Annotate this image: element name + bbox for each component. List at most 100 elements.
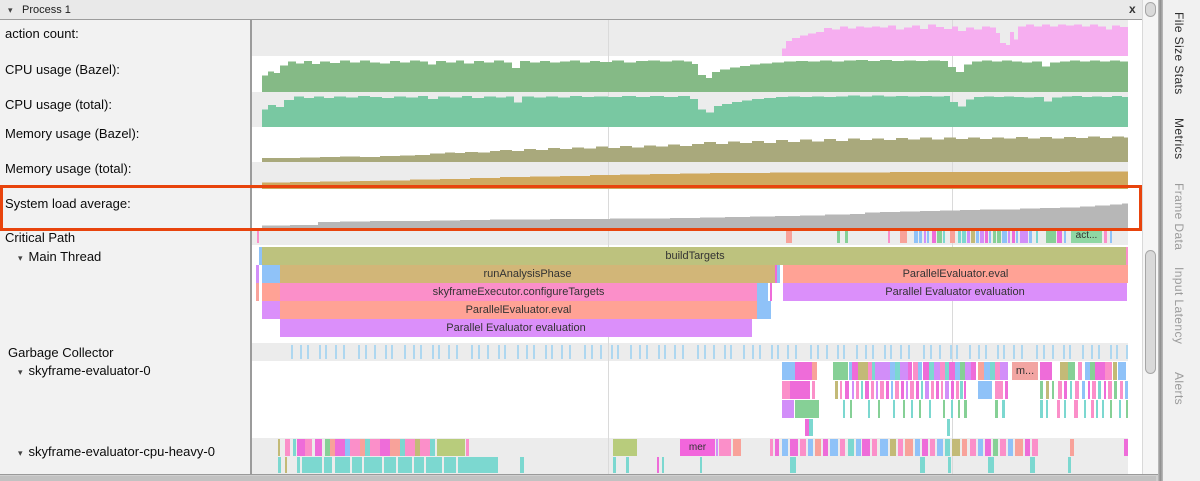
- skyframe-evaluator-0-slice: [1110, 400, 1112, 418]
- skyframe-evaluator-cpu-heavy-0-slice: [1008, 439, 1013, 456]
- gc-slice: [771, 345, 773, 359]
- main-thread-slice: [777, 265, 780, 283]
- gc-slice: [787, 345, 789, 359]
- skyframe-evaluator-0-slice: [795, 362, 812, 380]
- skyframe-evaluator-0-slice: [833, 362, 848, 380]
- skyframe-evaluator-0-slice: [880, 381, 884, 399]
- thread-main-thread[interactable]: ▾Main Thread: [0, 249, 262, 264]
- gc-slice: [307, 345, 309, 359]
- critical-path-slice: [950, 229, 955, 243]
- collapse-arrow-icon[interactable]: ▾: [18, 253, 23, 263]
- main-thread-slice-parallelevaluator-eval[interactable]: ParallelEvaluator.eval: [783, 265, 1128, 283]
- thread-skyframe-evaluator-0[interactable]: ▾skyframe-evaluator-0: [0, 363, 262, 378]
- sidebar-tab-alerts[interactable]: Alerts: [1172, 372, 1186, 405]
- gc-slice: [498, 345, 500, 359]
- skyframe-evaluator-0-slice: [895, 381, 899, 399]
- skyframe-evaluator-0-slice: [1040, 400, 1043, 418]
- skyframe-evaluator-cpu-heavy-0-slice: [922, 439, 928, 456]
- gc-slice: [319, 345, 321, 359]
- critical-path-slice: [257, 229, 259, 243]
- skyframe-evaluator-cpu-heavy-0-slice: [626, 457, 629, 473]
- skyframe-evaluator-0-slice-m-[interactable]: m...: [1012, 362, 1038, 380]
- skyframe-evaluator-cpu-heavy-0-slice: [426, 457, 442, 473]
- counter-label-3: Memory usage (Bazel):: [0, 126, 249, 141]
- skyframe-evaluator-cpu-heavy-0-slice: [324, 457, 332, 473]
- skyframe-evaluator-cpu-heavy-0-slice: [848, 439, 854, 456]
- skyframe-evaluator-cpu-heavy-0-slice: [285, 439, 290, 456]
- skyframe-evaluator-0-slice: [945, 381, 949, 399]
- skyframe-evaluator-cpu-heavy-0-slice: [915, 439, 920, 456]
- skyframe-evaluator-cpu-heavy-0-slice: [1030, 457, 1035, 473]
- gc-slice: [561, 345, 563, 359]
- critical-path-slice: [1002, 229, 1007, 243]
- skyframe-evaluator-0-slice: [1126, 400, 1128, 418]
- collapse-arrow-icon[interactable]: ▾: [18, 448, 23, 458]
- horizontal-scrollbar-thumb[interactable]: [0, 476, 1156, 481]
- timeline-canvas[interactable]: act... buildTargetsrunAnalysisPhase Parall…: [252, 0, 1128, 481]
- skyframe-evaluator-cpu-heavy-0-slice: [278, 457, 281, 473]
- skyframe-evaluator-0-slice: [958, 400, 960, 418]
- collapse-arrow-icon[interactable]: ▾: [18, 367, 23, 377]
- counter-label-1-text: CPU usage (Bazel):: [5, 62, 120, 77]
- main-thread-slice-buildtargets[interactable]: buildTargets: [262, 247, 1128, 265]
- skyframe-evaluator-0-slice: [1118, 362, 1126, 380]
- thread-garbage-collector-text: Garbage Collector: [8, 345, 114, 360]
- vertical-scrollbar-thumb[interactable]: [1145, 250, 1156, 374]
- gc-slice: [385, 345, 387, 359]
- collapse-arrow-icon[interactable]: ▾: [8, 5, 13, 15]
- skyframe-evaluator-0-slice: [1102, 400, 1104, 418]
- vertical-scrollbar-thumb-top[interactable]: [1145, 2, 1156, 17]
- gc-slice: [810, 345, 812, 359]
- close-icon[interactable]: x: [1129, 2, 1136, 16]
- main-thread-slice-parallel-evaluator-evaluation[interactable]: Parallel Evaluator evaluation: [280, 319, 752, 337]
- gc-slice: [335, 345, 337, 359]
- skyframe-evaluator-0-slice: [1058, 381, 1062, 399]
- skyframe-evaluator-cpu-heavy-0-slice: [352, 457, 362, 473]
- skyframe-evaluator-cpu-heavy-0-slice: [733, 439, 741, 456]
- process-header[interactable]: ▾ Process 1 x: [0, 0, 1142, 20]
- vertical-scrollbar[interactable]: [1142, 0, 1158, 474]
- gc-slice: [533, 345, 535, 359]
- skyframe-evaluator-0-slice: [1091, 400, 1094, 418]
- skyframe-evaluator-cpu-heavy-0-slice: [662, 457, 664, 473]
- thread-skyframe-evaluator-cpu-heavy-0[interactable]: ▾skyframe-evaluator-cpu-heavy-0: [0, 444, 262, 459]
- skyframe-evaluator-cpu-heavy-0-slice: [770, 439, 773, 456]
- skyframe-evaluator-0-slice: [876, 381, 878, 399]
- gc-slice: [1021, 345, 1023, 359]
- sidebar-tab-metrics[interactable]: Metrics: [1172, 118, 1186, 159]
- skyframe-evaluator-cpu-heavy-0-slice-mer[interactable]: mer: [680, 439, 715, 456]
- gc-slice: [950, 345, 952, 359]
- skyframe-evaluator-cpu-heavy-0-slice: [364, 457, 382, 473]
- main-thread-slice-skyframeexecutor-configuretargets[interactable]: skyframeExecutor.configureTargets: [280, 283, 757, 301]
- skyframe-evaluator-cpu-heavy-0-slice: [380, 439, 390, 456]
- skyframe-evaluator-cpu-heavy-0-slice: [315, 439, 322, 456]
- skyframe-evaluator-0-slice: [1095, 362, 1105, 380]
- skyframe-evaluator-cpu-heavy-0-slice: [1015, 439, 1023, 456]
- critical-path-slice: [980, 229, 984, 243]
- skyframe-evaluator-cpu-heavy-0-slice: [285, 457, 287, 473]
- critical-path-label-text: Critical Path: [5, 230, 75, 245]
- sidebar-tab-input-latency[interactable]: Input Latency: [1172, 267, 1186, 344]
- horizontal-scrollbar[interactable]: [0, 474, 1158, 481]
- sidebar-tab-frame-data[interactable]: Frame Data: [1172, 183, 1186, 250]
- gc-slice: [939, 345, 941, 359]
- skyframe-evaluator-cpu-heavy-0-slice: [716, 439, 718, 456]
- main-thread-slice-parallelevaluator-eval[interactable]: ParallelEvaluator.eval: [280, 301, 757, 319]
- skyframe-evaluator-cpu-heavy-0-slice: [978, 439, 983, 456]
- main-thread-slice-runanalysisphase[interactable]: runAnalysisPhase: [280, 265, 775, 283]
- skyframe-evaluator-0-slice: [812, 381, 815, 399]
- skyframe-evaluator-0-slice: [903, 400, 905, 418]
- skyframe-evaluator-0-slice: [1075, 381, 1079, 399]
- main-thread-slice-parallel-evaluator-evaluation[interactable]: Parallel Evaluator evaluation: [783, 283, 1127, 301]
- sidebar-tab-file-size-stats[interactable]: File Size Stats: [1172, 12, 1186, 95]
- track-label-column: action count:CPU usage (Bazel):CPU usage…: [0, 20, 252, 474]
- skyframe-evaluator-cpu-heavy-0-slice: [937, 439, 943, 456]
- skyframe-evaluator-cpu-heavy-0-slice: [948, 457, 951, 473]
- skyframe-evaluator-0-slice: [951, 381, 954, 399]
- skyframe-evaluator-0-slice: [871, 381, 874, 399]
- critical-path-slice-act-[interactable]: act...: [1071, 229, 1102, 243]
- skyframe-evaluator-cpu-heavy-0-slice: [815, 439, 821, 456]
- gc-slice: [843, 345, 845, 359]
- skyframe-evaluator-0-slice: [1088, 381, 1090, 399]
- main-thread-slice: [757, 283, 768, 301]
